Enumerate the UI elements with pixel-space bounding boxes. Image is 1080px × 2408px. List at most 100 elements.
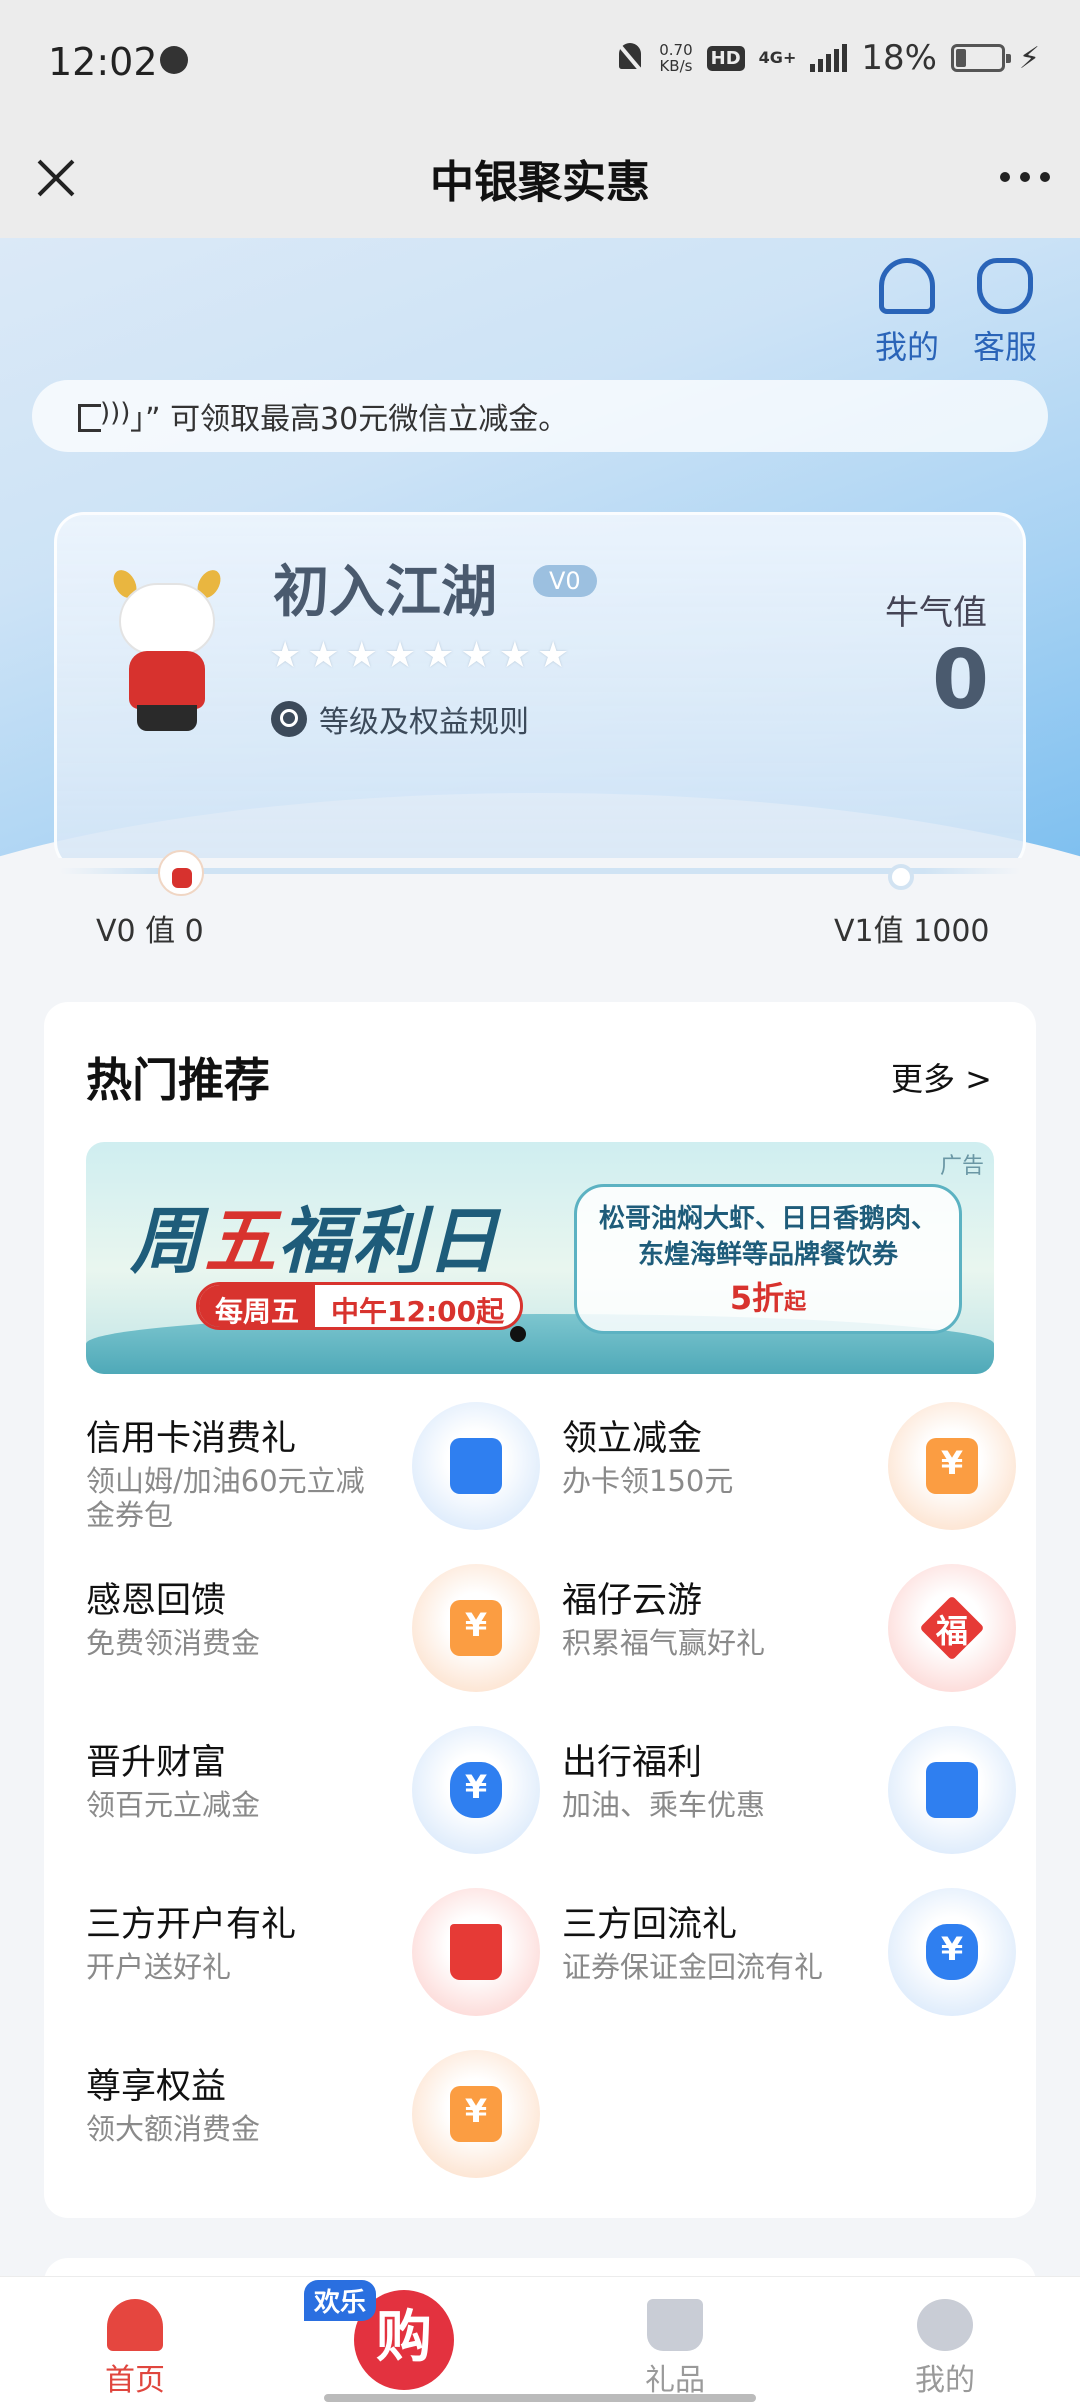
feature-item-gratitude[interactable]: 感恩回馈 免费领消费金 ¥: [86, 1564, 540, 1726]
feature-title: 福仔云游: [562, 1581, 703, 1621]
feature-subtitle: 证券保证金回流有礼: [562, 1950, 824, 1984]
banner-discount-suffix: 起: [784, 1290, 807, 1315]
progress-next-marker: [888, 864, 914, 890]
battery-percent: 18%: [861, 38, 937, 78]
fu-diamond-icon: 福: [888, 1564, 1016, 1692]
banner-discount-value: 5折: [729, 1279, 785, 1317]
nav-gift-label: 礼品: [645, 2363, 705, 2398]
network-speed: 0.70 KB/s: [659, 42, 692, 74]
my-profile-button[interactable]: 我的: [862, 258, 952, 368]
more-options-icon[interactable]: [1000, 172, 1050, 182]
user-icon: [917, 2299, 973, 2351]
star-icon: ★: [536, 635, 570, 676]
level-stars: ★ ★ ★ ★ ★ ★ ★ ★: [269, 635, 569, 676]
qi-value-label: 牛气值: [885, 593, 987, 633]
hot-recommend-card: 热门推荐 更多 > 周五福利日 每周五 中午12:00起 松哥油焖大虾、日日香鹅…: [44, 1002, 1036, 2218]
feature-item-premium-rights[interactable]: 尊享权益 领大额消费金 ¥: [86, 2050, 540, 2212]
feature-item-credit-card-gift[interactable]: 信用卡消费礼 领山姆/加油60元立减金券包: [86, 1402, 540, 1564]
nav-mine[interactable]: 我的: [885, 2299, 1005, 2399]
nav-home-label: 首页: [105, 2363, 165, 2398]
yuan-coupon-icon: ¥: [888, 1402, 1016, 1530]
promo-banner[interactable]: 周五福利日 每周五 中午12:00起 松哥油焖大虾、日日香鹅肉、 东煌海鲜等品牌…: [86, 1142, 994, 1374]
feature-item-travel-benefits[interactable]: 出行福利 加油、乘车优惠: [562, 1726, 1016, 1888]
yuan-coupon-icon: ¥: [412, 1564, 540, 1692]
nav-center-badge: 欢乐: [304, 2280, 377, 2321]
star-icon: ★: [345, 635, 378, 676]
star-icon: ★: [498, 635, 531, 676]
gift-crown-icon: [647, 2299, 703, 2351]
globe-icon: [160, 46, 188, 74]
charging-icon: ⚡: [1018, 40, 1040, 76]
progress-current-label: V0 值 0: [96, 914, 204, 949]
feature-subtitle: 免费领消费金: [86, 1626, 261, 1660]
star-icon: ★: [422, 635, 455, 676]
feature-title: 晋升财富: [86, 1743, 227, 1783]
battery-icon: [950, 44, 1011, 72]
status-bar: 12:02 0.70 KB/s HD 4G+ 18% ⚡: [0, 0, 1080, 126]
progress-avatar-icon: [158, 850, 204, 896]
feature-subtitle: 加油、乘车优惠: [562, 1788, 766, 1822]
feature-subtitle: 开户送好礼: [86, 1950, 232, 1984]
level-rules-label: 等级及权益规则: [319, 705, 529, 740]
progress-next-label: V1值 1000: [834, 914, 990, 949]
notice-bar[interactable]: 」” 可领取最高30元微信立减金。: [32, 380, 1048, 452]
feature-item-discount-gold[interactable]: 领立减金 办卡领150元 ¥: [562, 1402, 1016, 1564]
banner-bubble: 松哥油焖大虾、日日香鹅肉、 东煌海鲜等品牌餐饮券 5折起: [574, 1184, 962, 1334]
crown-icon: [412, 1888, 540, 2016]
feature-item-fuzai-tour[interactable]: 福仔云游 积累福气赢好礼 福: [562, 1564, 1016, 1726]
signal-icon: [810, 44, 848, 72]
shopping-bag-icon: [412, 1402, 540, 1530]
banner-title: 周五福利日: [130, 1182, 500, 1287]
feature-subtitle: 办卡领150元: [562, 1464, 734, 1498]
customer-service-icon: [977, 258, 1033, 314]
qi-value: 0: [931, 633, 989, 728]
customer-service-label: 客服: [972, 328, 1037, 366]
level-progress-track: [60, 868, 1020, 874]
person-icon: [879, 258, 935, 314]
ox-mascot-icon: [107, 566, 227, 733]
feature-title: 信用卡消费礼: [86, 1419, 297, 1459]
level-card: 初入江湖 V0 ★ ★ ★ ★ ★ ★ ★ ★ 等级及权益规则 牛气值 0: [54, 512, 1026, 858]
banner-bubble-line: 松哥油焖大虾、日日香鹅肉、: [598, 1204, 937, 1234]
title-bar: 中银聚实惠: [0, 126, 1080, 238]
banner-pill-time: 中午12:00起: [315, 1285, 521, 1327]
ad-label: 广告: [939, 1154, 984, 1179]
hero-section: 我的 客服 」” 可领取最高30元微信立减金。 初入江湖 V0 ★ ★ ★ ★ …: [0, 238, 1080, 858]
section-title: 热门推荐: [86, 1053, 270, 1107]
home-indicator[interactable]: [324, 2394, 756, 2402]
network-type: 4G+: [758, 48, 797, 67]
feature-subtitle: 积累福气赢好礼: [562, 1626, 766, 1660]
nav-mine-label: 我的: [915, 2363, 975, 2398]
nav-gift[interactable]: 礼品: [615, 2299, 735, 2399]
status-time: 12:02: [48, 40, 158, 84]
yuan-coupon-icon: ¥: [412, 2050, 540, 2178]
network-speed-unit: KB/s: [659, 57, 693, 75]
notice-text: 」” 可领取最高30元微信立减金。: [130, 402, 569, 437]
feature-title: 尊享权益: [86, 2067, 227, 2107]
star-icon: ★: [383, 635, 417, 676]
search-icon: [271, 701, 307, 737]
level-rules-link[interactable]: 等级及权益规则: [271, 697, 529, 741]
page-title: 中银聚实惠: [430, 157, 650, 208]
feature-item-wealth-upgrade[interactable]: 晋升财富 领百元立减金 ¥: [86, 1726, 540, 1888]
hd-icon: HD: [706, 45, 745, 71]
feature-subtitle: 领大额消费金: [86, 2112, 261, 2146]
star-icon: ★: [460, 635, 493, 676]
feature-item-return-gift[interactable]: 三方回流礼 证券保证金回流有礼 ¥: [562, 1888, 1016, 2050]
banner-discount: 5折起: [577, 1273, 959, 1319]
banner-time-pill: 每周五 中午12:00起: [196, 1282, 524, 1330]
level-badge: V0: [533, 565, 597, 597]
mute-icon: [615, 41, 645, 75]
banner-bubble-line: 东煌海鲜等品牌餐饮券: [637, 1240, 898, 1270]
feature-title: 领立减金: [562, 1419, 703, 1459]
feature-subtitle: 领百元立减金: [86, 1788, 261, 1822]
banner-title-part: 周: [130, 1199, 205, 1283]
nav-home[interactable]: 首页: [75, 2299, 195, 2399]
feature-item-account-opening[interactable]: 三方开户有礼 开户送好礼: [86, 1888, 540, 2050]
level-name: 初入江湖: [273, 560, 497, 625]
more-link[interactable]: 更多 >: [891, 1054, 992, 1100]
customer-service-button[interactable]: 客服: [960, 258, 1050, 368]
feature-title: 感恩回馈: [86, 1581, 227, 1621]
feature-title: 三方回流礼: [562, 1905, 738, 1945]
banner-title-part: 福利日: [278, 1199, 501, 1283]
